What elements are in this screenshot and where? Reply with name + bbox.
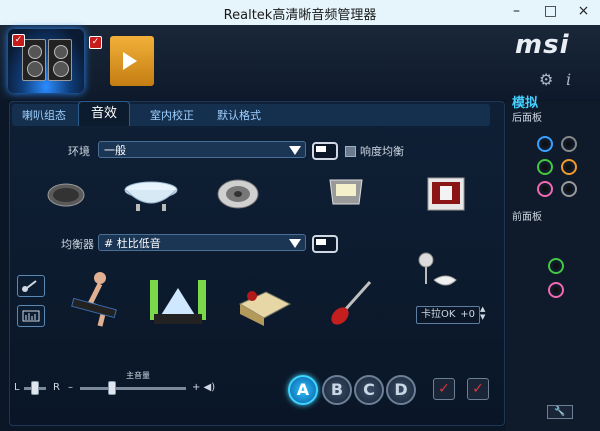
rear-gray-jack-icon[interactable] — [561, 136, 577, 152]
environment-toggle[interactable] — [312, 142, 338, 160]
rear-pink-jack-icon[interactable] — [537, 181, 553, 197]
environment-label: 环境 — [68, 145, 90, 158]
volume-plus-speaker-icon[interactable]: + ◀) — [192, 382, 215, 393]
equalizer-label: 均衡器 — [61, 238, 94, 251]
realtek-audio-manager-window: Realtek高清晰音频管理器 – □ × ✓ ✓ msi ⚙ i 喇叭组态 音… — [0, 0, 600, 431]
rear-panel-label: 后面板 — [512, 113, 542, 124]
close-button[interactable]: × — [567, 0, 600, 24]
rear-green-jack-icon[interactable] — [537, 159, 553, 175]
minimize-button[interactable]: – — [500, 0, 533, 24]
rear-orange-jack-icon[interactable] — [561, 159, 577, 175]
tab-default-format[interactable]: 默认格式 — [217, 107, 261, 123]
preset-d-button[interactable]: D — [386, 375, 416, 405]
wrench-icon[interactable]: 🔧 — [547, 405, 573, 419]
volume-minus-label: – — [68, 382, 73, 393]
gear-icon[interactable]: ⚙ — [539, 70, 553, 89]
play-icon — [123, 52, 137, 70]
tab-sound-effects[interactable]: 音效 — [78, 101, 131, 126]
front-green-jack-icon[interactable] — [548, 258, 564, 274]
karaoke-stepper[interactable]: 卡拉OK +0 — [416, 306, 480, 324]
rock-guitar-eq-icon[interactable] — [326, 274, 378, 328]
chevron-down-icon — [289, 146, 301, 155]
equalizer-bars-icon — [22, 310, 40, 322]
chevron-down-icon — [289, 239, 301, 248]
info-icon[interactable]: i — [566, 70, 571, 89]
equalizer-toggle[interactable] — [312, 235, 338, 253]
karaoke-value: +0 — [460, 309, 475, 320]
preset-b-button[interactable]: B — [322, 375, 352, 405]
stage-environment-icon[interactable] — [216, 176, 260, 212]
main-volume-label: 主音量 — [126, 371, 150, 380]
apply-check-icon[interactable]: ✓ — [433, 378, 455, 400]
main-volume-slider-thumb[interactable] — [108, 381, 116, 395]
tab-strip: 喇叭组态 音效 室内校正 默认格式 — [12, 101, 490, 126]
guitar-mode-button[interactable] — [17, 275, 45, 297]
loudness-checkbox[interactable] — [345, 146, 356, 157]
balance-slider-thumb[interactable] — [31, 381, 39, 395]
music-player-device-icon[interactable] — [110, 36, 154, 86]
karaoke-spin-icon[interactable]: ▲ ▼ — [480, 305, 485, 321]
speaker-left-icon — [22, 39, 46, 81]
front-pink-jack-icon[interactable] — [548, 282, 564, 298]
msi-logo: msi — [515, 30, 570, 60]
speaker-device-check-icon: ✓ — [12, 34, 25, 47]
environment-dropdown[interactable]: 一般 — [98, 141, 306, 158]
rear-black-jack-icon[interactable] — [561, 181, 577, 197]
player-device-check-icon: ✓ — [89, 36, 102, 49]
equalizer-graph-button[interactable] — [17, 305, 45, 327]
reset-check-icon[interactable]: ✓ — [467, 378, 489, 400]
tab-room-correction[interactable]: 室内校正 — [150, 107, 194, 123]
bathroom-environment-icon[interactable] — [122, 178, 180, 212]
live-concert-eq-icon[interactable] — [146, 270, 210, 328]
rear-blue-jack-icon[interactable] — [537, 136, 553, 152]
preset-c-button[interactable]: C — [354, 375, 384, 405]
balance-right-label: R — [53, 382, 60, 393]
karaoke-microphone-icon[interactable] — [414, 250, 458, 296]
tab-speaker-config[interactable]: 喇叭组态 — [22, 107, 66, 123]
pop-singer-eq-icon[interactable] — [66, 270, 130, 328]
balance-left-label: L — [14, 382, 20, 393]
loudness-label: 响度均衡 — [360, 145, 404, 158]
auditorium-environment-icon[interactable] — [327, 176, 365, 208]
preset-a-button[interactable]: A — [288, 375, 318, 405]
speaker-right-icon — [48, 39, 72, 81]
title-bar: Realtek高清晰音频管理器 – □ × — [0, 0, 600, 26]
guitar-icon — [22, 280, 37, 292]
equalizer-value: # 杜比低音 — [104, 237, 161, 250]
front-panel-label: 前面板 — [512, 212, 542, 223]
club-eq-icon[interactable] — [236, 274, 294, 326]
equalizer-dropdown[interactable]: # 杜比低音 — [98, 234, 306, 251]
environment-value: 一般 — [104, 144, 126, 157]
karaoke-label: 卡拉OK — [421, 309, 456, 320]
main-volume-track — [80, 387, 186, 390]
maximize-button[interactable]: □ — [534, 0, 567, 24]
theater-environment-icon[interactable] — [426, 176, 466, 212]
sewer-environment-icon[interactable] — [46, 180, 86, 210]
